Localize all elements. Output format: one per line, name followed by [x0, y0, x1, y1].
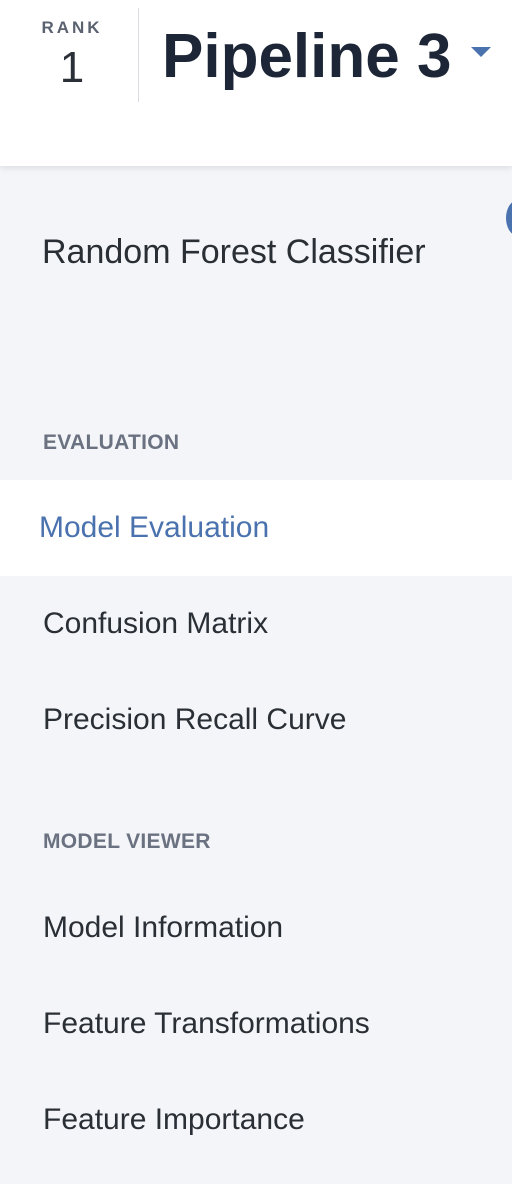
pipeline-header: RANK 1 Pipeline 3	[0, 0, 512, 166]
rank-label: RANK	[41, 18, 103, 37]
nav-item-confusion-matrix[interactable]: Confusion Matrix	[0, 576, 512, 672]
app-root: RANK 1 Pipeline 3 Random Forest Classifi…	[0, 0, 512, 1184]
nav-item-model-evaluation[interactable]: Model Evaluation	[0, 480, 512, 576]
nav-item-model-information[interactable]: Model Information	[0, 880, 512, 976]
nav-item-feature-transformations[interactable]: Feature Transformations	[0, 976, 512, 1072]
rank-value: 1	[59, 43, 85, 92]
caret-down-icon[interactable]	[471, 47, 492, 57]
section-label-evaluation: EVALUATION	[43, 431, 180, 454]
rank-block: RANK 1	[30, 18, 114, 90]
header-divider	[138, 8, 139, 102]
pipeline-title: Pipeline 3	[162, 21, 452, 91]
collapse-handle-icon[interactable]	[506, 200, 512, 236]
section-label-model-viewer: MODEL VIEWER	[43, 830, 211, 853]
nav-item-feature-importance[interactable]: Feature Importance	[0, 1072, 512, 1168]
model-name: Random Forest Classifier	[42, 233, 426, 271]
pipeline-dropdown[interactable]: Pipeline 3	[162, 14, 492, 98]
nav-item-precision-recall-curve[interactable]: Precision Recall Curve	[0, 672, 512, 768]
